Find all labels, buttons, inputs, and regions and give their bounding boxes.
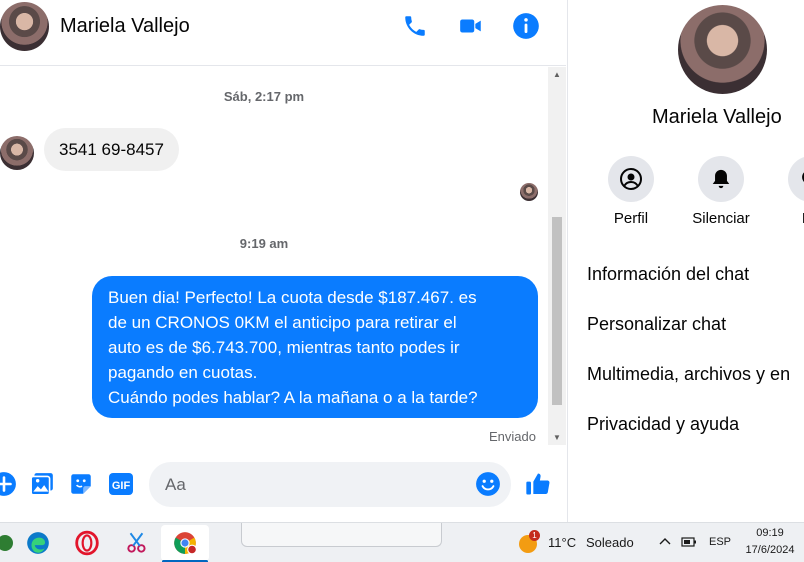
chat-header: Mariela Vallejo [0, 0, 566, 66]
image-icon[interactable] [28, 470, 56, 498]
timestamp: 9:19 am [239, 236, 289, 251]
plus-icon[interactable] [0, 470, 18, 498]
gif-icon[interactable]: GIF [107, 470, 135, 498]
message-input[interactable] [149, 462, 511, 507]
contact-name[interactable]: Mariela Vallejo [60, 15, 190, 38]
windows-taskbar: 1 11°C Soleado ESP 09:19 17/6/2024 [0, 522, 804, 562]
video-icon[interactable] [457, 12, 485, 40]
action-profile[interactable]: Perfil [596, 156, 666, 227]
weather-badge: 1 [529, 530, 540, 541]
gif-label: GIF [112, 480, 131, 492]
action-label: Silenciar [692, 210, 750, 227]
weather-condition[interactable]: Soleado [586, 535, 634, 550]
messenger-window: Mariela Vallejo Sáb, 2:17 pm 3541 69-845… [0, 0, 804, 562]
action-mute[interactable]: Silenciar [686, 156, 756, 227]
sender-avatar[interactable] [0, 136, 34, 170]
menu-customize-chat[interactable]: Personalizar chat [587, 314, 726, 335]
message-composer: GIF [0, 452, 566, 516]
message-line: Cuándo podes hablar? A la mañana o a la … [108, 388, 478, 407]
search-icon[interactable] [788, 156, 804, 202]
scroll-thumb[interactable] [552, 217, 562, 405]
action-search[interactable]: Bu [776, 156, 804, 227]
profile-avatar[interactable] [678, 5, 767, 94]
outgoing-message[interactable]: Buen dia! Perfecto! La cuota desde $187.… [92, 276, 538, 418]
message-line: de un CRONOS 0KM el anticipo para retira… [108, 313, 457, 332]
clock-date[interactable]: 17/6/2024 [740, 544, 800, 556]
language-indicator[interactable]: ESP [709, 536, 731, 548]
like-icon[interactable] [524, 470, 552, 498]
taskbar-search-box[interactable] [241, 523, 442, 547]
message-line: pagando en cuotas. [108, 363, 258, 382]
edge-browser-icon[interactable] [23, 528, 53, 558]
sticker-icon[interactable] [67, 470, 95, 498]
chat-scrollbar[interactable]: ▲ ▼ [548, 67, 566, 445]
chat-details-panel: Mariela Vallejo Perfil Silenciar Bu Info… [567, 0, 804, 522]
taskbar-app-icon[interactable] [0, 528, 20, 558]
menu-privacy-help[interactable]: Privacidad y ayuda [587, 414, 739, 435]
profile-icon[interactable] [608, 156, 654, 202]
action-label: Perfil [613, 210, 649, 227]
phone-icon[interactable] [401, 12, 429, 40]
clock-time[interactable]: 09:19 [744, 527, 796, 539]
emoji-icon[interactable] [474, 470, 502, 498]
snipping-tool-icon[interactable] [122, 528, 152, 558]
message-thread: Sáb, 2:17 pm 3541 69-8457 9:19 am Buen d… [0, 67, 548, 445]
profile-name: Mariela Vallejo [652, 106, 782, 128]
message-line: Buen dia! Perfecto! La cuota desde $187.… [108, 288, 477, 307]
incoming-message[interactable]: 3541 69-8457 [44, 128, 179, 171]
battery-icon[interactable] [681, 534, 699, 555]
scroll-down-arrow[interactable]: ▼ [552, 433, 562, 443]
opera-browser-icon[interactable] [72, 528, 102, 558]
message-line: auto es de $6.743.700, mientras tanto po… [108, 338, 460, 357]
info-icon[interactable] [512, 12, 540, 40]
timestamp: Sáb, 2:17 pm [223, 89, 305, 104]
menu-chat-info[interactable]: Información del chat [587, 264, 749, 285]
scroll-up-arrow[interactable]: ▲ [552, 70, 562, 80]
menu-media-files[interactable]: Multimedia, archivos y en [587, 364, 790, 385]
chevron-up-icon[interactable] [657, 534, 673, 555]
chrome-browser-icon[interactable] [170, 528, 200, 558]
message-status: Enviado [489, 429, 536, 444]
action-label: Bu [776, 210, 804, 227]
weather-icon[interactable]: 1 [517, 530, 540, 555]
contact-avatar[interactable] [0, 2, 49, 51]
read-receipt-avatar [520, 183, 538, 201]
bell-icon[interactable] [698, 156, 744, 202]
weather-temp[interactable]: 11°C [548, 535, 576, 550]
